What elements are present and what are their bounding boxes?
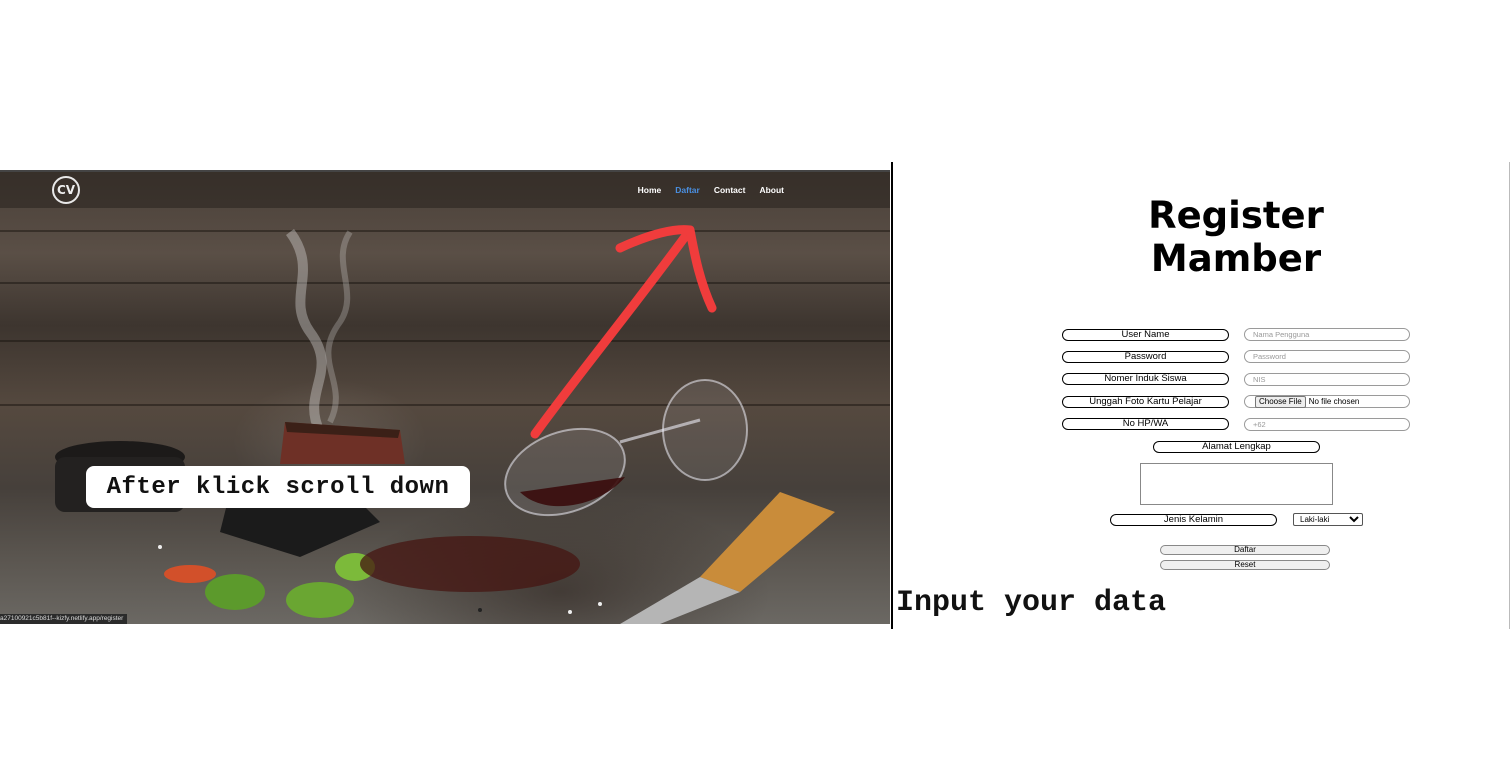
caption-input-note: Input your data bbox=[896, 586, 1167, 620]
red-annotation-arrow-icon bbox=[530, 225, 717, 439]
phone-input[interactable] bbox=[1244, 418, 1410, 431]
panel-divider bbox=[891, 162, 893, 629]
nis-input[interactable] bbox=[1244, 373, 1410, 386]
username-input[interactable] bbox=[1244, 328, 1410, 341]
panel-edge bbox=[1509, 162, 1510, 629]
submit-daftar-button[interactable]: Daftar bbox=[1160, 545, 1330, 555]
callout-instruction: After klick scroll down bbox=[86, 466, 470, 508]
address-label: Alamat Lengkap bbox=[1153, 441, 1320, 453]
browser-status-url: a27100921c5b81f--kizfy.netlify.app/regis… bbox=[0, 614, 128, 624]
file-status-text: No file chosen bbox=[1308, 397, 1360, 406]
password-label: Password bbox=[1062, 351, 1229, 363]
phone-label: No HP/WA bbox=[1062, 418, 1229, 430]
student-card-file-input[interactable]: Choose File No file chosen bbox=[1244, 395, 1410, 408]
gender-label: Jenis Kelamin bbox=[1110, 514, 1277, 526]
gender-select[interactable]: Laki-laki bbox=[1293, 513, 1363, 526]
nis-label: Nomer Induk Siswa bbox=[1062, 373, 1229, 385]
page-title: Register Mamber bbox=[1148, 194, 1324, 280]
address-textarea[interactable] bbox=[1140, 463, 1333, 505]
student-card-upload-label: Unggah Foto Kartu Pelajar bbox=[1062, 396, 1229, 408]
reset-button[interactable]: Reset bbox=[1160, 560, 1330, 570]
password-input[interactable] bbox=[1244, 350, 1410, 363]
website-hero-screenshot: CV Home Daftar Contact About After klick… bbox=[0, 170, 890, 624]
choose-file-button[interactable]: Choose File bbox=[1255, 395, 1306, 408]
username-label: User Name bbox=[1062, 329, 1229, 341]
